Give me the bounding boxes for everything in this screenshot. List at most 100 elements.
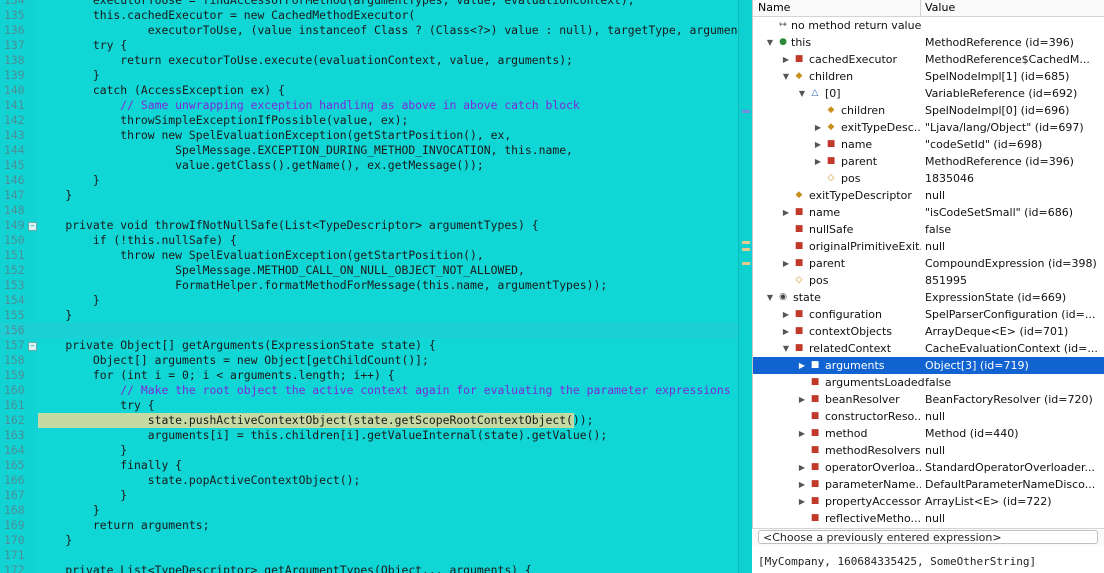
tree-row[interactable]: ▶ ◆ exitTypeDesc... "Ljava/lang/Object" (id…	[753, 119, 1104, 136]
expand-toggle-icon[interactable]: ▶	[781, 51, 791, 68]
tree-row[interactable]: ▶ ■ parent CompoundExpression (id=398)	[753, 255, 1104, 272]
ruler-marker[interactable]	[742, 110, 750, 113]
code-line[interactable]: 137 try {	[0, 38, 738, 53]
code-line[interactable]: 148	[0, 203, 738, 218]
code-line[interactable]: 140 catch (AccessException ex) {	[0, 83, 738, 98]
code-line[interactable]: 146 }	[0, 173, 738, 188]
tree-row[interactable]: ▶ ■ method Method (id=440)	[753, 425, 1104, 442]
code-line[interactable]: 158 Object[] arguments = new Object[getC…	[0, 353, 738, 368]
ruler-marker[interactable]	[742, 262, 750, 265]
code-line[interactable]: 160 // Make the root object the active c…	[0, 383, 738, 398]
code-line[interactable]: 171	[0, 548, 738, 563]
code-line[interactable]: 144 SpelMessage.EXCEPTION_DURING_METHOD_…	[0, 143, 738, 158]
code-line[interactable]: 169 return arguments;	[0, 518, 738, 533]
expand-toggle-icon[interactable]: ▶	[797, 459, 807, 476]
tree-row[interactable]: ▼ △ [0] VariableReference (id=692)	[753, 85, 1104, 102]
code-line[interactable]: 145 value.getClass().getName(), ex.getMe…	[0, 158, 738, 173]
tree-row[interactable]: ▶ ■ parent MethodReference (id=396)	[753, 153, 1104, 170]
code-line[interactable]: 135 this.cachedExecutor = new CachedMeth…	[0, 8, 738, 23]
expand-toggle-icon[interactable]: ▼	[765, 34, 775, 51]
code-line[interactable]: 163 arguments[i] = this.children[i].getV…	[0, 428, 738, 443]
tree-row[interactable]: ↦ no method return value	[753, 17, 1104, 34]
code-line[interactable]: 172 private List<TypeDescriptor> getArgu…	[0, 563, 738, 573]
code-line[interactable]: 165 finally {	[0, 458, 738, 473]
expand-toggle-icon[interactable]: ▼	[765, 289, 775, 306]
tree-row[interactable]: ■ argumentsLoaded false	[753, 374, 1104, 391]
value-column-header[interactable]: Value	[925, 1, 955, 14]
code-line[interactable]: 152 SpelMessage.METHOD_CALL_ON_NULL_OBJE…	[0, 263, 738, 278]
current-line[interactable]: 156	[0, 323, 738, 338]
code-line[interactable]: 153 FormatHelper.formatMethodForMessage(…	[0, 278, 738, 293]
code-editor[interactable]: 134 executorToUse = findAccessorForMetho…	[0, 0, 752, 573]
expression-history-dropdown[interactable]: <Choose a previously entered expression>	[758, 530, 1098, 544]
expand-toggle-icon[interactable]: ▶	[781, 255, 791, 272]
tree-row[interactable]: ◇ pos 851995	[753, 272, 1104, 289]
code-line[interactable]: 161 try {	[0, 398, 738, 413]
tree-row[interactable]: ■ originalPrimitiveExit... null	[753, 238, 1104, 255]
expand-toggle-icon[interactable]: ▶	[797, 357, 807, 374]
tree-row[interactable]: ▶ ■ cachedExecutor MethodReference$CachedM.…	[753, 51, 1104, 68]
tree-row[interactable]: ◆ exitTypeDescriptor null	[753, 187, 1104, 204]
code-line[interactable]: 150 if (!this.nullSafe) {	[0, 233, 738, 248]
code-line[interactable]: 155 }	[0, 308, 738, 323]
expand-toggle-icon[interactable]: ▶	[781, 204, 791, 221]
code-line[interactable]: 149− private void throwIfNotNullSafe(Lis…	[0, 218, 738, 233]
highlighted-line[interactable]: 162 state.pushActiveContextObject(state.…	[0, 413, 738, 428]
expand-toggle-icon[interactable]: ▶	[797, 391, 807, 408]
tree-row[interactable]: ■ constructorReso... null	[753, 408, 1104, 425]
expand-toggle-icon[interactable]: ▼	[781, 68, 791, 85]
expand-toggle-icon[interactable]: ▶	[781, 306, 791, 323]
expand-toggle-icon[interactable]: ▶	[813, 119, 823, 136]
column-divider[interactable]	[920, 0, 921, 16]
tree-row[interactable]: ▼ ■ relatedContext CacheEvaluationContext (…	[753, 340, 1104, 357]
code-line[interactable]: 154 }	[0, 293, 738, 308]
tree-row[interactable]: ▶ ■ beanResolver BeanFactoryResolver (id=72…	[753, 391, 1104, 408]
tree-row[interactable]: ▶ ■ name "codeSetId" (id=698)	[753, 136, 1104, 153]
expand-toggle-icon[interactable]: ▶	[813, 136, 823, 153]
code-line[interactable]: 166 state.popActiveContextObject();	[0, 473, 738, 488]
overview-ruler[interactable]	[738, 0, 752, 573]
code-line[interactable]: 170 }	[0, 533, 738, 548]
tree-row[interactable]: ■ nullSafe false	[753, 221, 1104, 238]
code-line[interactable]: 139 }	[0, 68, 738, 83]
tree-row[interactable]: ▶ ■ propertyAccessors ArrayList<E> (id=722)	[753, 493, 1104, 510]
tree-row[interactable]: ▼ ◆ children SpelNodeImpl[1] (id=685)	[753, 68, 1104, 85]
tree-row[interactable]: ▶ ■ contextObjects ArrayDeque<E> (id=701)	[753, 323, 1104, 340]
expand-toggle-icon[interactable]: ▶	[797, 476, 807, 493]
tree-row[interactable]: ▶ ■ operatorOverloa... StandardOperatorOver…	[753, 459, 1104, 476]
expand-toggle-icon[interactable]: ▼	[797, 85, 807, 102]
tree-row[interactable]: ▼ ● this MethodReference (id=396)	[753, 34, 1104, 51]
code-line[interactable]: 138 return executorToUse.execute(evaluat…	[0, 53, 738, 68]
ruler-marker[interactable]	[742, 241, 750, 244]
code-line[interactable]: 142 throwSimpleExceptionIfPossible(value…	[0, 113, 738, 128]
tree-row[interactable]: ▶ ■ parameterName... DefaultParameterNameDi…	[753, 476, 1104, 493]
code-line[interactable]: 141 // Same unwrapping exception handlin…	[0, 98, 738, 113]
tree-row[interactable]: ■ reflectiveMetho... null	[753, 510, 1104, 527]
code-line[interactable]: 147 }	[0, 188, 738, 203]
expand-toggle-icon[interactable]: ▶	[813, 153, 823, 170]
code-line[interactable]: 164 }	[0, 443, 738, 458]
name-column-header[interactable]: Name	[758, 1, 790, 14]
code-line[interactable]: 168 }	[0, 503, 738, 518]
tree-row[interactable]: ■ methodResolvers null	[753, 442, 1104, 459]
code-line[interactable]: 157− private Object[] getArguments(Expre…	[0, 338, 738, 353]
code-line[interactable]: 143 throw new SpelEvaluationException(ge…	[0, 128, 738, 143]
variables-view[interactable]: Name Value ↦ no method return value ▼ ● thi…	[752, 0, 1104, 528]
expand-toggle-icon[interactable]: ▶	[781, 323, 791, 340]
code-line[interactable]: 136 executorToUse, (value instanceof Cla…	[0, 23, 752, 38]
tree-row-selected[interactable]: ▶ ■ arguments Object[3] (id=719)	[753, 357, 1104, 374]
fold-toggle-icon[interactable]: −	[28, 342, 37, 351]
tree-row[interactable]: ▶ ■ name "isCodeSetSmall" (id=686)	[753, 204, 1104, 221]
code-line[interactable]: 167 }	[0, 488, 738, 503]
fold-toggle-icon[interactable]: −	[28, 222, 37, 231]
tree-row[interactable]: ◆ children SpelNodeImpl[0] (id=696)	[753, 102, 1104, 119]
expand-toggle-icon[interactable]: ▼	[781, 340, 791, 357]
tree-row[interactable]: ▶ ■ configuration SpelParserConfiguration (…	[753, 306, 1104, 323]
tree-row[interactable]: ▼ ◉ state ExpressionState (id=669)	[753, 289, 1104, 306]
detail-pane[interactable]: [MyCompany, 160684335425, SomeOtherStrin…	[752, 546, 1104, 573]
code-line[interactable]: 159 for (int i = 0; i < arguments.length…	[0, 368, 738, 383]
ruler-marker[interactable]	[742, 248, 750, 251]
expand-toggle-icon[interactable]: ▶	[797, 493, 807, 510]
tree-row[interactable]: ◇ pos 1835046	[753, 170, 1104, 187]
code-line[interactable]: 134 executorToUse = findAccessorForMetho…	[0, 0, 738, 8]
